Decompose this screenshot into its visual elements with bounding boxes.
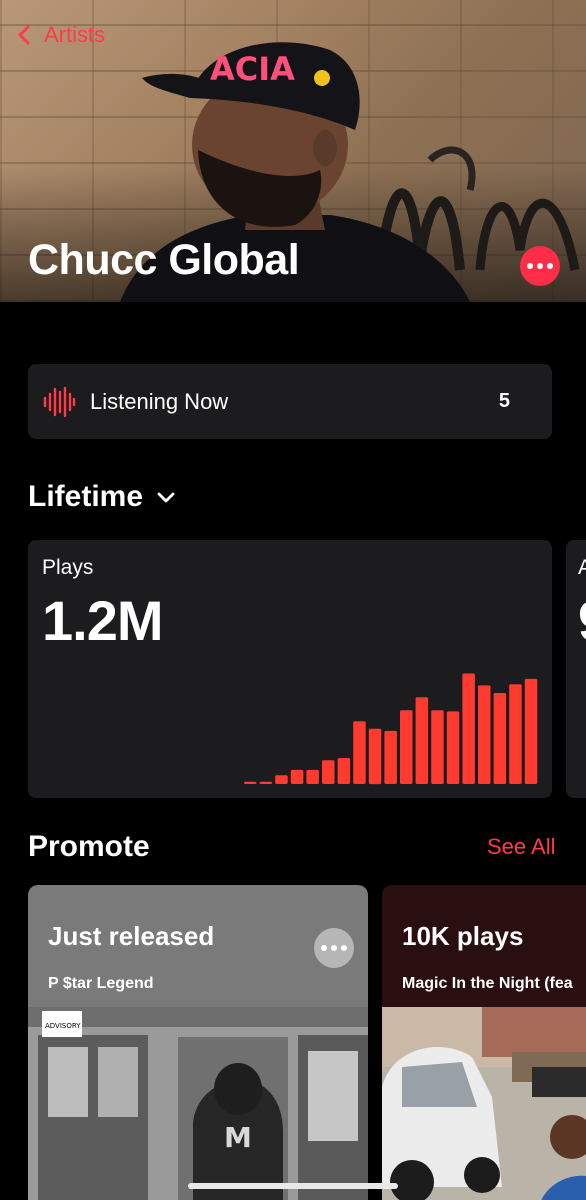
plays-bar [400, 710, 413, 784]
promo-card-just-released[interactable]: Just released P $tar Legend M ADVISORY [28, 885, 368, 1200]
dot-icon [537, 263, 543, 269]
dot-icon [321, 945, 327, 951]
dot-icon [527, 263, 533, 269]
home-indicator[interactable] [188, 1183, 398, 1189]
plays-bar [524, 678, 538, 784]
lifetime-label: Lifetime [28, 480, 144, 513]
promo-title: 10K plays [402, 921, 524, 951]
plays-bar [306, 769, 319, 784]
listening-now-label: Listening Now [90, 388, 229, 414]
plays-bar [509, 684, 522, 784]
see-all-link[interactable]: See All [487, 834, 556, 860]
artist-more-button[interactable] [520, 246, 560, 286]
chevron-down-icon [157, 492, 175, 503]
album-art [382, 1007, 586, 1200]
listening-now-count: 5 [498, 390, 510, 412]
plays-bar [275, 775, 288, 784]
dot-icon [341, 945, 347, 951]
plays-bar [353, 721, 366, 784]
plays-bar [244, 781, 257, 784]
back-label: Artists [44, 22, 106, 47]
promo-subtitle: P $tar Legend [48, 975, 154, 992]
plays-bar [431, 710, 444, 784]
next-stat-value: 9 [578, 588, 586, 653]
plays-bar [384, 730, 397, 784]
plays-bar [415, 697, 429, 784]
plays-bar [259, 781, 273, 784]
back-button[interactable]: Artists [14, 18, 105, 52]
plays-bar [462, 673, 475, 784]
plays-bar [322, 760, 335, 784]
plays-bar [290, 769, 304, 784]
promo-more-button[interactable] [314, 928, 354, 968]
plays-bar-chart [244, 673, 538, 785]
plays-card[interactable]: Plays 1.2M [28, 540, 552, 798]
promo-card-10k-plays[interactable]: 10K plays Magic In the Night (fea [382, 885, 586, 1200]
plays-bar [368, 728, 382, 785]
plays-bar [446, 711, 460, 784]
artist-name: Chucc Global [28, 236, 300, 284]
plays-bar [493, 693, 507, 784]
promote-heading: Promote [28, 830, 150, 863]
plays-bar [478, 685, 491, 784]
album-art: M ADVISORY [28, 1007, 368, 1200]
chevron-left-icon [18, 25, 30, 45]
svg-text:ACIA: ACIA [210, 50, 295, 88]
svg-text:ADVISORY: ADVISORY [45, 1022, 81, 1030]
next-stat-card[interactable]: A 9 [566, 540, 586, 798]
dot-icon [547, 263, 553, 269]
promo-subtitle: Magic In the Night (fea [402, 975, 573, 992]
plays-bar [337, 758, 351, 784]
promo-title: Just released [48, 921, 215, 951]
next-stat-label: A [578, 556, 586, 579]
waveform-icon [43, 386, 76, 417]
lifetime-dropdown[interactable]: Lifetime [28, 480, 177, 514]
listening-now-row[interactable]: Listening Now 5 [28, 364, 552, 439]
dot-icon [331, 945, 337, 951]
svg-text:M: M [224, 1121, 252, 1154]
artist-hero: ACIA Artists Chucc Global [0, 0, 586, 302]
